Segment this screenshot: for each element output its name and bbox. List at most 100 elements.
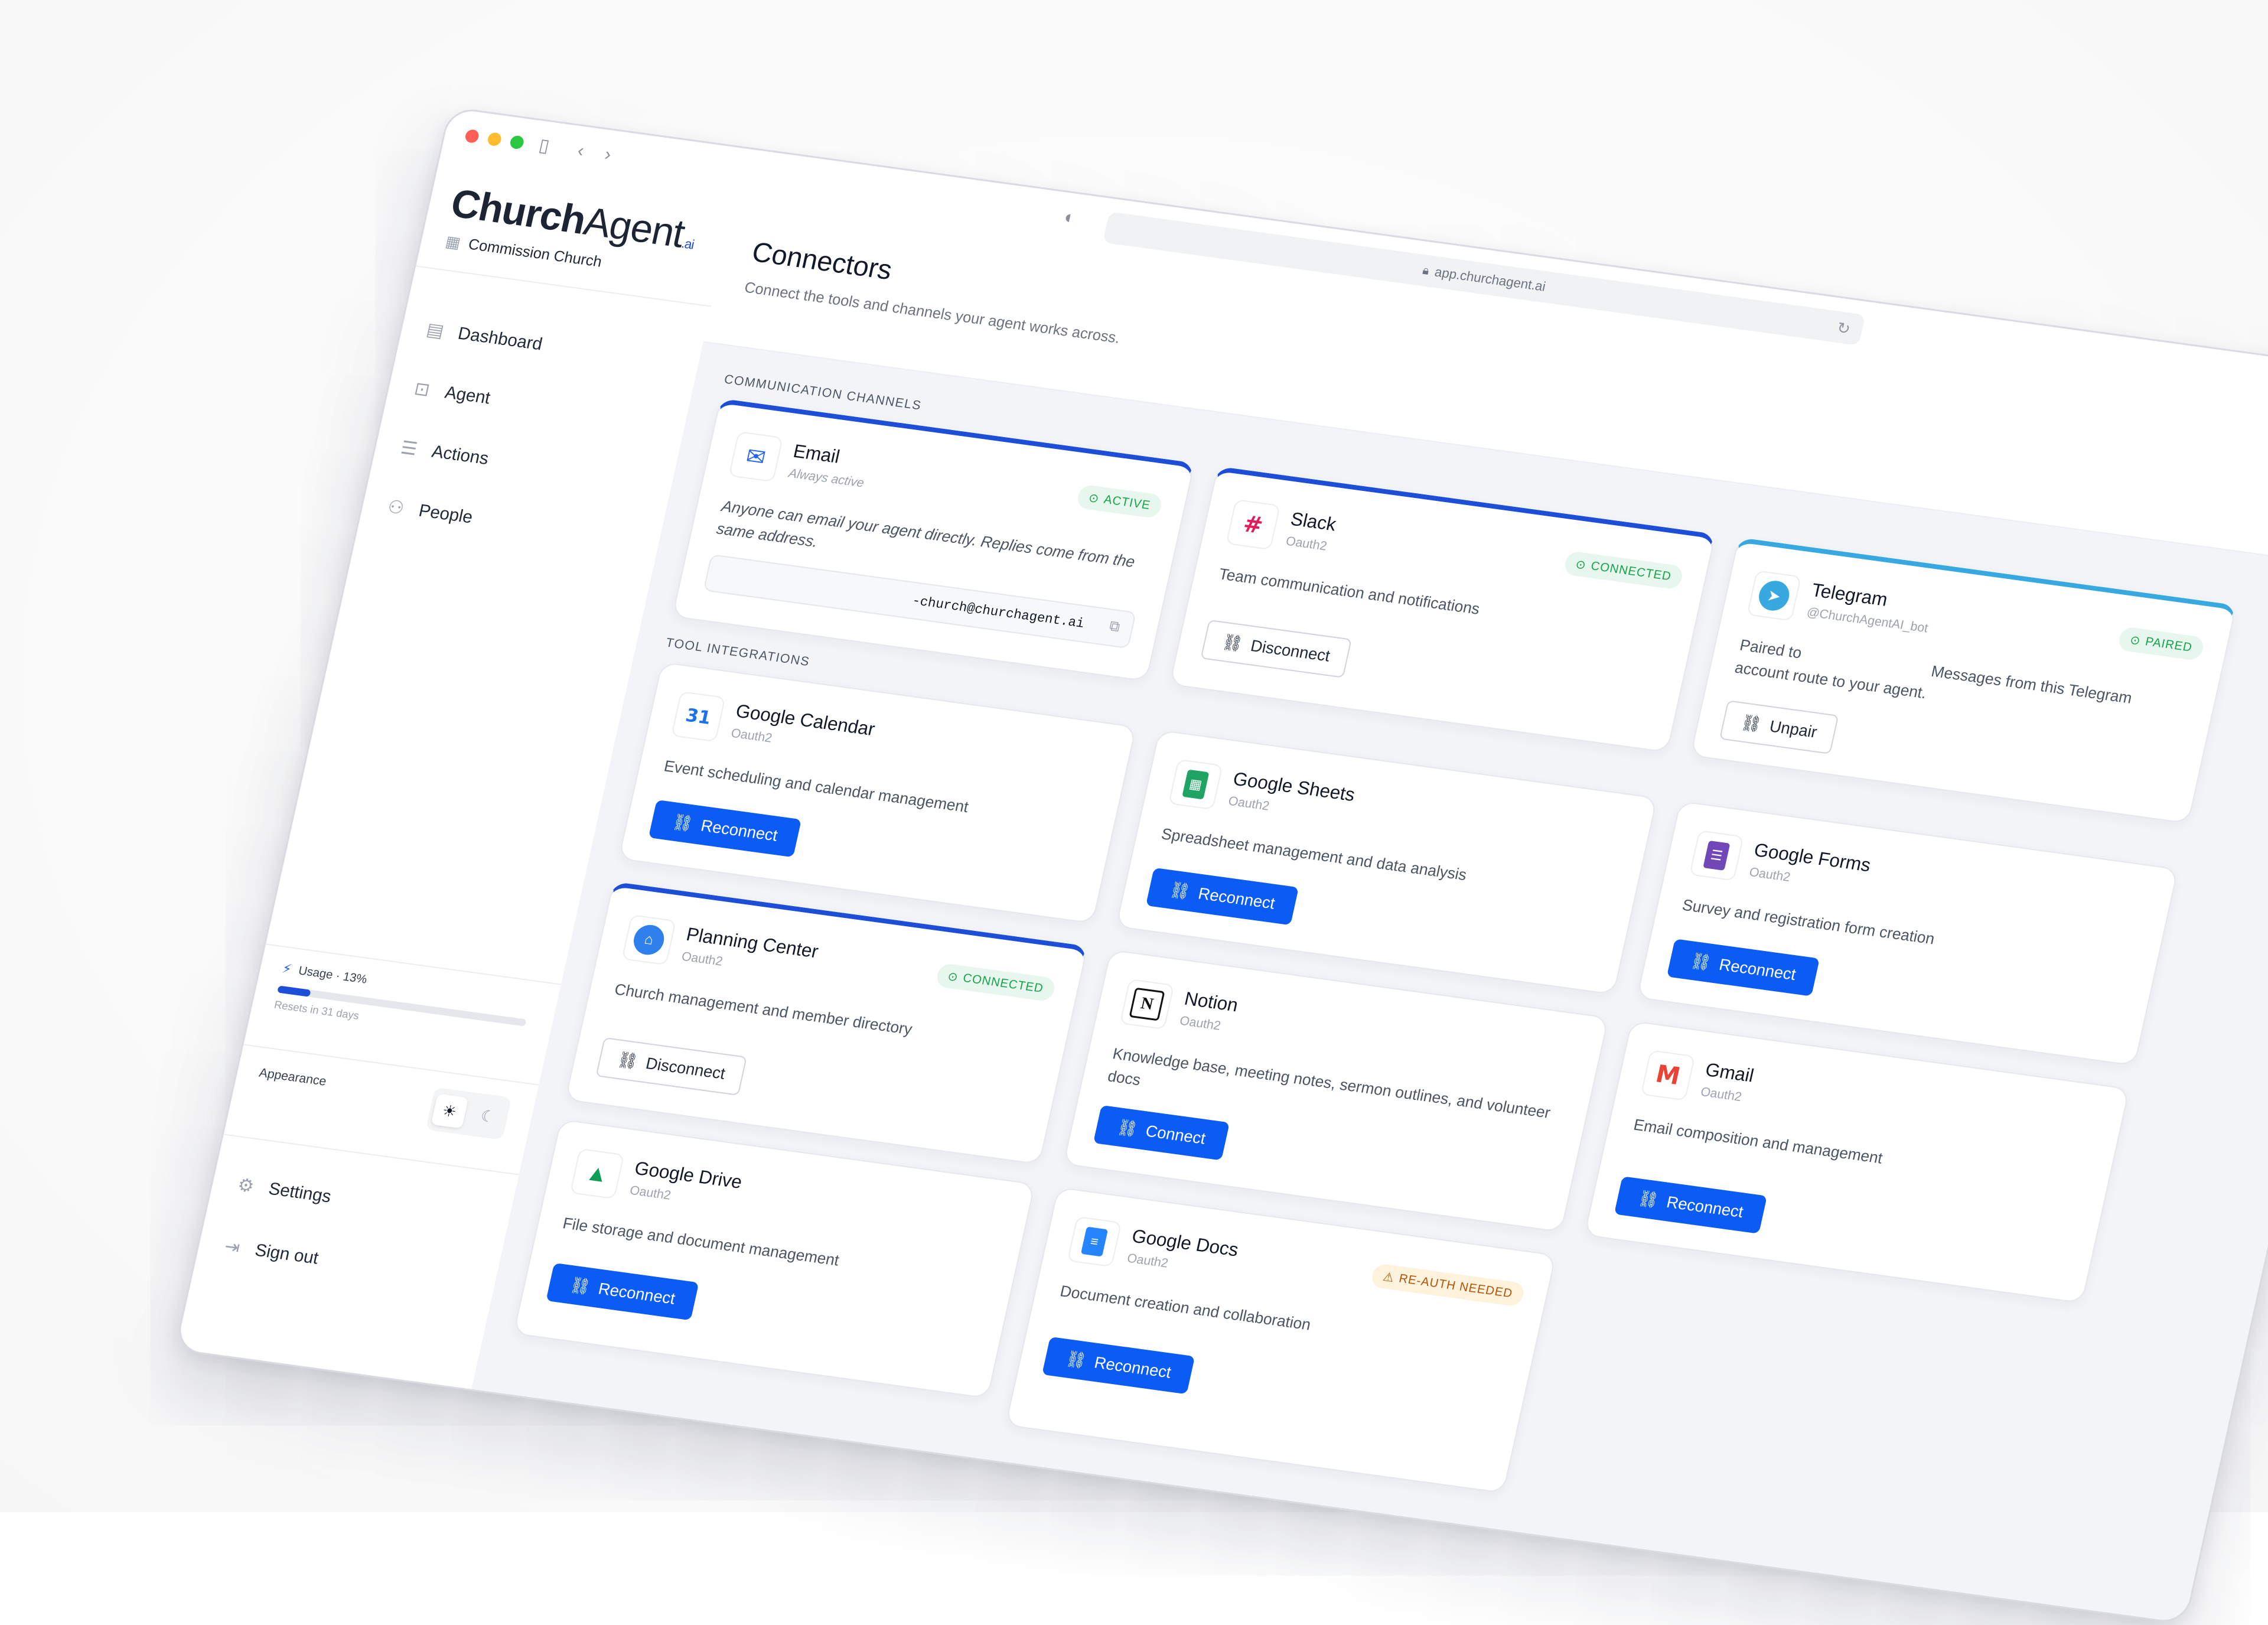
usage-meter: ⚡︎ Usage · 13% Resets in 31 days [249, 943, 562, 1061]
connector-name: Slack [1288, 508, 1338, 535]
reconnect-button[interactable]: ⛓ Reconnect [648, 799, 802, 858]
connector-sub: Oauth2 [1699, 1085, 1744, 1105]
check-circle-icon: ⊙ [2129, 633, 2142, 648]
connector-sub: Oauth2 [729, 726, 774, 745]
gmail-icon: M [1640, 1050, 1696, 1101]
connector-sub: Oauth2 [1126, 1251, 1170, 1271]
link-icon: ⛓ [1115, 1118, 1140, 1139]
disconnect-button[interactable]: ⛓ Disconnect [1200, 619, 1352, 678]
link-icon: ⛓ [1636, 1188, 1661, 1210]
reload-icon[interactable]: ↻ [1835, 318, 1852, 338]
reconnect-button[interactable]: ⛓ Reconnect [1666, 939, 1820, 997]
copy-icon[interactable]: ⧉ [1107, 618, 1121, 636]
connector-sub: @ChurchAgentAI_bot [1805, 605, 1930, 636]
google-calendar-icon: 31 [670, 691, 726, 743]
maximize-window-button[interactable] [509, 135, 525, 150]
unlink-icon: ⛓ [1220, 632, 1245, 653]
connector-sub: Always active [787, 466, 866, 490]
check-circle-icon: ⊙ [946, 969, 960, 984]
reconnect-button[interactable]: ⛓ Reconnect [1614, 1176, 1768, 1234]
divider [416, 265, 712, 307]
gear-icon: ⚙ [236, 1174, 256, 1197]
connector-sub: Oauth2 [1284, 534, 1328, 553]
building-icon: ▦ [444, 232, 462, 252]
main-nav: ▤ Dashboard ⊡ Agent ☰ Actions ⚇ People [379, 299, 548, 552]
planning-center-icon: ⌂ [621, 914, 677, 966]
connector-card-telegram: ➤ Telegram @ChurchAgentAI_bot ⊙ PAIRED Pa… [1690, 537, 2237, 824]
unpair-button[interactable]: ⛓ Unpair [1719, 700, 1839, 754]
link-icon: ⛓ [1168, 880, 1192, 901]
sidebar-toggle-icon[interactable]: ▯ [532, 135, 556, 158]
lightning-icon: ⚡︎ [281, 960, 294, 977]
connector-card-gmail: M Gmail Oauth2 Email composition and man… [1583, 1020, 2130, 1304]
page-title: Connectors [749, 236, 895, 286]
connector-sub: Oauth2 [1227, 794, 1271, 813]
signout-icon: ⇥ [223, 1236, 242, 1258]
connector-desc: Email composition and management [1632, 1115, 1885, 1167]
people-icon: ⚇ [386, 496, 406, 519]
lock-icon: 🔒︎ [1421, 263, 1431, 278]
back-icon[interactable]: ‹ [568, 139, 593, 162]
connector-card-google-docs: ≡ Google Docs Oauth2 ⚠ RE-AUTH NEEDED Doc… [1005, 1187, 1557, 1494]
page-subtitle: Connect the tools and channels your agen… [742, 279, 1122, 347]
connector-name: Email [791, 440, 842, 467]
sun-icon[interactable]: ☀ [431, 1093, 468, 1129]
reconnect-button[interactable]: ⛓ Reconnect [1042, 1336, 1195, 1395]
window-controls [464, 129, 525, 150]
google-forms-icon: ☰ [1689, 830, 1744, 881]
moon-icon[interactable]: ☾ [469, 1099, 507, 1134]
check-circle-icon: ⊙ [1574, 557, 1588, 572]
connector-card-notion: N Notion Oauth2 Knowledge base, meeting … [1063, 949, 1609, 1233]
google-drive-icon: ▲ [569, 1148, 625, 1200]
robot-icon: ⊡ [412, 378, 432, 400]
connector-card-google-calendar: 31 Google Calendar Oauth2 Event scheduli… [618, 662, 1137, 924]
close-window-button[interactable] [464, 129, 480, 144]
connector-name: Telegram [1809, 579, 1890, 611]
unlink-icon: ⛓ [615, 1050, 640, 1071]
url-text: app.churchagent.ai [1433, 264, 1547, 294]
status-badge: ⚠ RE-AUTH NEEDED [1370, 1263, 1526, 1307]
status-badge: ⊙ ACTIVE [1076, 484, 1164, 519]
grid-icon: ▤ [425, 319, 446, 341]
connector-sub: Oauth2 [1748, 865, 1792, 885]
link-icon: ⛓ [670, 812, 695, 833]
warning-icon: ⚠ [1381, 1270, 1396, 1285]
usage-bar-fill [277, 985, 311, 997]
reconnect-button[interactable]: ⛓ Reconnect [546, 1262, 699, 1321]
checklist-icon: ☰ [399, 437, 419, 460]
status-badge: ⊙ PAIRED [2117, 626, 2205, 662]
forward-icon[interactable]: › [595, 144, 620, 167]
background: ▯ ‹ › ◐ 🔒︎ app.churchagent.ai ↻ ⤓ ⇪ Chur… [0, 0, 2268, 1625]
connector-card-slack: # Slack Oauth2 ⊙ CONNECTED Team communica… [1169, 466, 1716, 753]
usage-label: Usage · 13% [297, 963, 369, 986]
google-sheets-icon: ▦ [1168, 758, 1223, 810]
mail-icon: ✉ [728, 431, 784, 483]
connector-card-google-drive: ▲ Google Drive Oauth2 File storage and d… [513, 1119, 1036, 1399]
section-label-tools: Tool Integrations [664, 636, 812, 669]
main-content: Connectors Connect the tools and channel… [471, 205, 2268, 1623]
slack-icon: # [1226, 499, 1281, 551]
google-docs-icon: ≡ [1067, 1216, 1122, 1268]
connector-sub: Oauth2 [680, 949, 724, 969]
disconnect-button[interactable]: ⛓ Disconnect [595, 1037, 747, 1096]
browser-window: ▯ ‹ › ◐ 🔒︎ app.churchagent.ai ↻ ⤓ ⇪ Chur… [174, 106, 2268, 1625]
link-icon: ⛓ [568, 1275, 592, 1297]
status-badge: ⊙ CONNECTED [1562, 550, 1684, 590]
check-circle-icon: ⊙ [1087, 491, 1101, 506]
connector-sub: Oauth2 [1178, 1014, 1223, 1033]
connector-card-google-sheets: ▦ Google Sheets Oauth2 Spreadsheet manag… [1115, 730, 1658, 995]
minimize-window-button[interactable] [486, 132, 503, 147]
theme-toggle[interactable]: ☀ ☾ [425, 1087, 512, 1141]
link-icon: ⛓ [1064, 1349, 1089, 1370]
status-badge: ⊙ CONNECTED [934, 962, 1057, 1002]
connector-card-email: ✉ Email Always active ⊙ ACTIVE Anyone can… [672, 398, 1195, 682]
connector-sub: Oauth2 [628, 1183, 673, 1203]
link-icon: ⛓ [1689, 951, 1713, 972]
connector-card-google-forms: ☰ Google Forms Oauth2 Survey and registr… [1636, 800, 2179, 1066]
connector-name: Notion [1182, 988, 1240, 1016]
telegram-icon: ➤ [1746, 570, 1802, 621]
unlink-icon: ⛓ [1739, 713, 1764, 734]
connect-button[interactable]: ⛓ Connect [1093, 1105, 1230, 1161]
reconnect-button[interactable]: ⛓ Reconnect [1145, 867, 1299, 926]
privacy-shield-icon[interactable]: ◐ [1057, 206, 1082, 229]
